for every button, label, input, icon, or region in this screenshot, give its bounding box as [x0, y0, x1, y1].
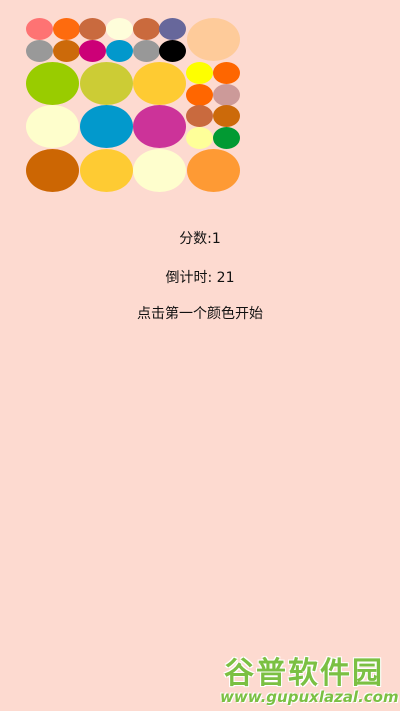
color-dot-small-11[interactable] — [133, 40, 160, 62]
color-dot-large-top-right[interactable] — [187, 18, 240, 61]
color-dot-small-right-4[interactable] — [213, 84, 240, 106]
color-dot-large-r2-c2[interactable] — [80, 105, 133, 148]
color-dot-small-right-7[interactable] — [186, 127, 213, 149]
color-dot-small-4[interactable] — [106, 18, 133, 40]
color-dot-small-2[interactable] — [53, 18, 80, 40]
color-dot-large-r3-c4[interactable] — [187, 149, 240, 192]
color-dot-large-r2-c1[interactable] — [26, 105, 79, 148]
countdown-label: 倒计时: 21 — [165, 270, 235, 286]
color-dot-small-9[interactable] — [79, 40, 106, 62]
color-dot-large-r3-c2[interactable] — [80, 149, 133, 192]
color-dot-large-r3-c3[interactable] — [133, 149, 186, 192]
color-dot-small-right-8[interactable] — [213, 127, 240, 149]
color-dot-large-r1-c3[interactable] — [133, 62, 186, 105]
color-dot-small-right-2[interactable] — [213, 62, 240, 84]
color-board — [0, 0, 400, 200]
color-dot-small-right-5[interactable] — [186, 105, 213, 127]
watermark-url: www.gupuxlazal.com — [220, 688, 399, 706]
color-dot-large-r1-c2[interactable] — [80, 62, 133, 105]
color-dot-large-r3-c1[interactable] — [26, 149, 79, 192]
score-label: 分数:1 — [179, 231, 221, 247]
color-dot-small-10[interactable] — [106, 40, 133, 62]
color-dot-small-7[interactable] — [26, 40, 53, 62]
color-dot-small-1[interactable] — [26, 18, 53, 40]
color-dot-small-12[interactable] — [159, 40, 186, 62]
color-dot-large-r2-c3[interactable] — [133, 105, 186, 148]
site-watermark: 谷普软件园 www.gupuxlazal.com — [218, 648, 399, 710]
watermark-title: 谷普软件园 — [224, 656, 384, 691]
color-dot-small-right-3[interactable] — [186, 84, 213, 106]
color-dot-small-5[interactable] — [133, 18, 160, 40]
color-dot-small-3[interactable] — [79, 18, 106, 40]
color-dot-small-right-1[interactable] — [186, 62, 213, 84]
color-dot-small-right-6[interactable] — [213, 105, 240, 127]
color-dot-small-8[interactable] — [53, 40, 80, 62]
start-hint: 点击第一个颜色开始 — [137, 306, 263, 322]
color-dot-large-r1-c1[interactable] — [26, 62, 79, 105]
color-dot-small-6[interactable] — [159, 18, 186, 40]
